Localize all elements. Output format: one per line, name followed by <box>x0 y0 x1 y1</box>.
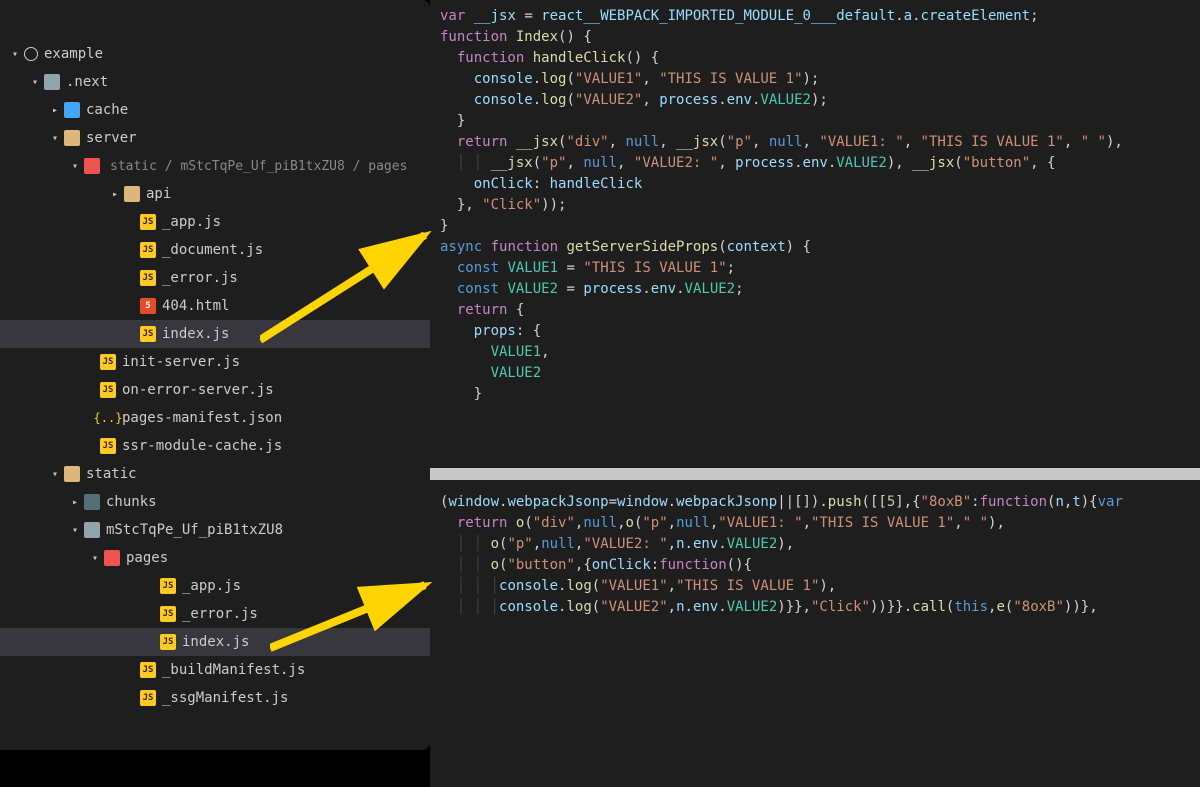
project-icon <box>24 47 38 61</box>
tree-item-server[interactable]: ▾ server <box>0 124 430 152</box>
tree-item-app-static[interactable]: ▸ JS _app.js <box>0 572 430 600</box>
tree-label: init-server.js <box>122 354 240 370</box>
tree-item-hash[interactable]: ▾ mStcTqPe_Uf_piB1txZU8 <box>0 516 430 544</box>
tree-item-init-server[interactable]: ▸ JS init-server.js <box>0 348 430 376</box>
tree-breadcrumb: static / mStcTqPe_Uf_piB1txZU8 / pages <box>110 159 407 174</box>
tree-label: index.js <box>162 326 229 342</box>
tree-label: _error.js <box>162 270 238 286</box>
chevron-right-icon: ▸ <box>48 105 62 116</box>
tree-label: pages <box>126 550 168 566</box>
tree-item-ssg-manifest[interactable]: ▸ JS _ssgManifest.js <box>0 684 430 712</box>
tree-item-index-static[interactable]: ▸ JS index.js <box>0 628 430 656</box>
tree-label: mStcTqPe_Uf_piB1txZU8 <box>106 522 283 538</box>
folder-icon <box>64 102 80 118</box>
js-file-icon: JS <box>140 242 156 258</box>
editor-pane-top[interactable]: var __jsx = react__WEBPACK_IMPORTED_MODU… <box>430 0 1200 468</box>
folder-icon <box>104 550 120 566</box>
tree-item-ssr-cache[interactable]: ▸ JS ssr-module-cache.js <box>0 432 430 460</box>
chevron-down-icon: ▾ <box>28 77 42 88</box>
tree-label: _app.js <box>162 214 221 230</box>
folder-icon <box>44 74 60 90</box>
chevron-down-icon: ▾ <box>88 553 102 564</box>
tree-item-static[interactable]: ▾ static <box>0 460 430 488</box>
tree-item-build-manifest[interactable]: ▸ JS _buildManifest.js <box>0 656 430 684</box>
chevron-down-icon: ▾ <box>68 525 82 536</box>
tree-label: server <box>86 130 137 146</box>
js-file-icon: JS <box>160 634 176 650</box>
tree-item-index-server[interactable]: ▸ JS index.js <box>0 320 430 348</box>
json-file-icon: {..} <box>100 410 116 426</box>
tree-item-error[interactable]: ▸ JS _error.js <box>0 264 430 292</box>
tree-item-error-static[interactable]: ▸ JS _error.js <box>0 600 430 628</box>
tree-label: _ssgManifest.js <box>162 690 288 706</box>
js-file-icon: JS <box>140 326 156 342</box>
chevron-down-icon: ▾ <box>48 133 62 144</box>
folder-open-icon <box>64 130 80 146</box>
tree-label: static <box>86 466 137 482</box>
tree-item-next[interactable]: ▾ .next <box>0 68 430 96</box>
js-file-icon: JS <box>100 438 116 454</box>
tree-label: cache <box>86 102 128 118</box>
tree-label: _error.js <box>182 606 258 622</box>
html-file-icon: 5 <box>140 298 156 314</box>
chevron-down-icon: ▾ <box>48 469 62 480</box>
js-file-icon: JS <box>100 382 116 398</box>
js-file-icon: JS <box>100 354 116 370</box>
tree-label: _document.js <box>162 242 263 258</box>
tree-item-app[interactable]: ▸ JS _app.js <box>0 208 430 236</box>
tree-label: api <box>146 186 171 202</box>
js-file-icon: JS <box>140 270 156 286</box>
tree-item-api[interactable]: ▸ api <box>0 180 430 208</box>
tree-item-onerror[interactable]: ▸ JS on-error-server.js <box>0 376 430 404</box>
tree-item-document[interactable]: ▸ JS _document.js <box>0 236 430 264</box>
file-explorer: ▾ example ▾ .next ▸ cache ▾ server ▾ sta… <box>0 0 430 750</box>
folder-icon <box>84 158 100 174</box>
tree-label: on-error-server.js <box>122 382 274 398</box>
folder-open-icon <box>64 466 80 482</box>
folder-icon <box>84 494 100 510</box>
folder-icon <box>124 186 140 202</box>
tree-item-404[interactable]: ▸ 5 404.html <box>0 292 430 320</box>
tree-label: chunks <box>106 494 157 510</box>
tree-label: _app.js <box>182 578 241 594</box>
tree-item-pages-manifest[interactable]: ▸ {..} pages-manifest.json <box>0 404 430 432</box>
tree-label: .next <box>66 74 108 90</box>
tree-item-root[interactable]: ▾ example <box>0 40 430 68</box>
tree-label: ssr-module-cache.js <box>122 438 282 454</box>
split-divider[interactable] <box>430 468 1200 480</box>
js-file-icon: JS <box>160 606 176 622</box>
chevron-right-icon: ▸ <box>68 497 82 508</box>
js-file-icon: JS <box>140 690 156 706</box>
folder-icon <box>84 522 100 538</box>
tree-item-pages-static[interactable]: ▾ pages <box>0 544 430 572</box>
tree-label: pages-manifest.json <box>122 410 282 426</box>
chevron-down-icon: ▾ <box>68 161 82 172</box>
tree-label: example <box>44 46 103 62</box>
tree-item-static-pages[interactable]: ▾ static / mStcTqPe_Uf_piB1txZU8 / pages <box>0 152 430 180</box>
chevron-right-icon: ▸ <box>108 189 122 200</box>
tree-item-chunks[interactable]: ▸ chunks <box>0 488 430 516</box>
tree-label: index.js <box>182 634 249 650</box>
editor-pane-bottom[interactable]: (window.webpackJsonp=window.webpackJsonp… <box>430 486 1200 787</box>
code-editor: var __jsx = react__WEBPACK_IMPORTED_MODU… <box>430 0 1200 787</box>
tree-label: _buildManifest.js <box>162 662 305 678</box>
tree-label: 404.html <box>162 298 229 314</box>
tree-item-cache[interactable]: ▸ cache <box>0 96 430 124</box>
chevron-down-icon: ▾ <box>8 49 22 60</box>
js-file-icon: JS <box>140 662 156 678</box>
js-file-icon: JS <box>140 214 156 230</box>
js-file-icon: JS <box>160 578 176 594</box>
